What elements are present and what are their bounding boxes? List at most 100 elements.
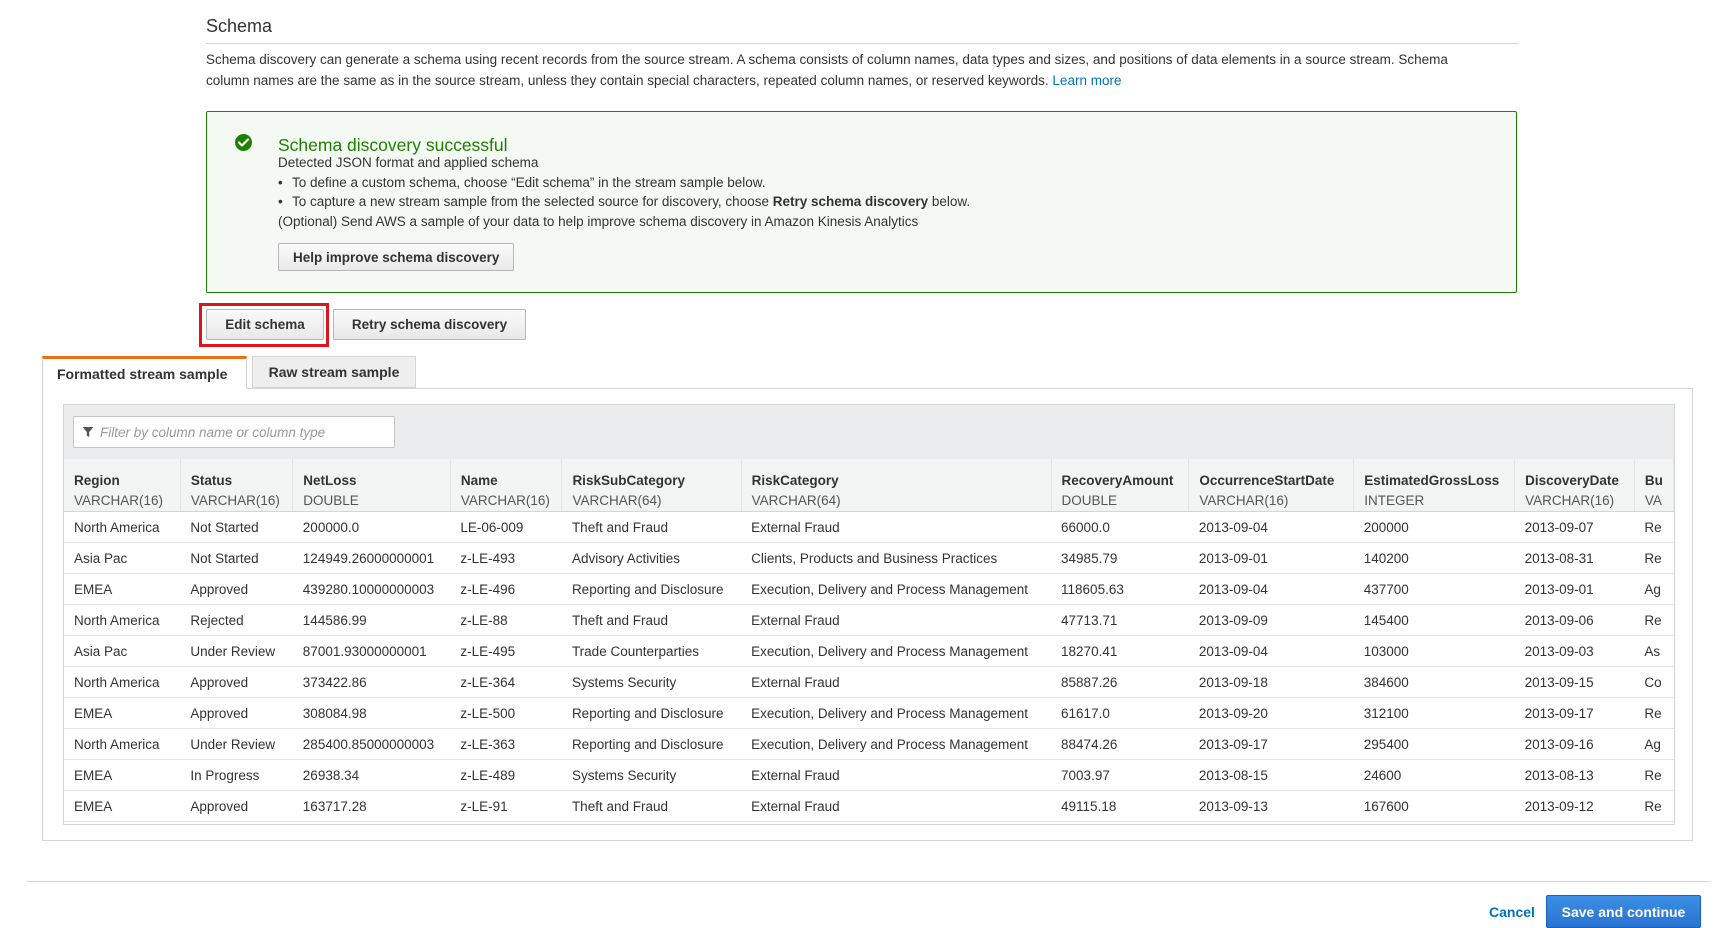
column-header[interactable]: RecoveryAmount DOUBLE <box>1051 459 1190 512</box>
column-name: EstimatedGrossLoss <box>1364 473 1500 488</box>
table-cell: Asia Pac <box>64 635 181 667</box>
table-cell: External Fraud <box>741 511 1052 543</box>
column-type: INTEGER <box>1364 493 1425 508</box>
save-and-continue-button[interactable]: Save and continue <box>1546 895 1701 928</box>
column-header[interactable]: Name VARCHAR(16) <box>450 459 563 512</box>
column-header[interactable]: Status VARCHAR(16) <box>180 459 294 512</box>
retry-schema-discovery-button[interactable]: Retry schema discovery <box>333 309 526 340</box>
table-cell: 144586.99 <box>292 604 451 636</box>
table-cell: 2013-09-03 <box>1514 635 1635 667</box>
table-cell: External Fraud <box>741 604 1052 636</box>
column-header[interactable]: EstimatedGrossLoss INTEGER <box>1353 459 1516 512</box>
bullet-dot: • <box>278 175 283 190</box>
column-header[interactable]: NetLoss DOUBLE <box>292 459 451 512</box>
table-cell: Ag <box>1634 573 1674 605</box>
tab-formatted-stream-sample[interactable]: Formatted stream sample <box>42 356 247 389</box>
stream-sample-table: Region VARCHAR(16) Status VARCHAR(16) NetLos… <box>64 459 1674 822</box>
learn-more-link[interactable]: Learn more <box>1052 73 1121 88</box>
column-name: Name <box>460 473 498 488</box>
table-cell: North America <box>64 604 181 636</box>
column-type: VARCHAR(16) <box>190 493 280 508</box>
table-cell: z-LE-489 <box>450 759 562 791</box>
table-cell: 163717.28 <box>292 790 451 822</box>
stream-sample-grid: Region VARCHAR(16) Status VARCHAR(16) NetLos… <box>63 404 1675 825</box>
footer-divider <box>27 881 1711 882</box>
schema-title: Schema <box>206 16 273 36</box>
table-cell: As <box>1634 635 1674 667</box>
table-cell: Systems Security <box>561 759 742 791</box>
table-cell: 18270.41 <box>1051 635 1189 667</box>
table-cell: Under Review <box>180 728 293 760</box>
cancel-link[interactable]: Cancel <box>1489 904 1535 920</box>
tab-raw-stream-sample[interactable]: Raw stream sample <box>252 356 416 388</box>
schema-title-divider <box>206 43 1519 44</box>
column-header[interactable]: DiscoveryDate VARCHAR(16) <box>1514 459 1635 512</box>
table-cell: 200000 <box>1353 511 1515 543</box>
table-cell: Reporting and Disclosure <box>561 697 742 729</box>
table-cell: Theft and Fraud <box>561 511 742 543</box>
table-cell: 437700 <box>1353 573 1515 605</box>
table-cell: 2013-09-17 <box>1514 697 1635 729</box>
schema-description-line-2: column names are the same as in the sour… <box>206 73 1049 88</box>
table-cell: 2013-09-04 <box>1188 635 1354 667</box>
bullet-edit-schema-text: To define a custom schema, choose “Edit … <box>292 175 766 190</box>
table-cell: External Fraud <box>741 759 1052 791</box>
column-name: RiskCategory <box>751 473 839 488</box>
table-row: EMEA Approved 308084.98 z-LE-500 Reporting a… <box>64 697 1674 729</box>
table-cell: z-LE-495 <box>450 635 562 667</box>
table-cell: LE-06-009 <box>450 511 562 543</box>
table-cell: 7003.97 <box>1051 759 1189 791</box>
table-cell: Systems Security <box>561 666 742 698</box>
bullet-retry-prefix: To capture a new stream sample from the … <box>292 194 769 209</box>
column-header[interactable]: Bu VA <box>1634 459 1674 512</box>
column-header[interactable]: RiskSubCategory VARCHAR(64) <box>561 459 742 512</box>
column-header[interactable]: OccurrenceStartDate VARCHAR(16) <box>1188 459 1355 512</box>
filter-field[interactable] <box>73 416 395 448</box>
table-cell: 124949.26000000001 <box>292 542 451 574</box>
column-header[interactable]: Region VARCHAR(16) <box>64 459 181 512</box>
table-cell: 24600 <box>1353 759 1515 791</box>
table-cell: z-LE-363 <box>450 728 562 760</box>
table-cell: 439280.10000000003 <box>292 573 451 605</box>
success-title: Schema discovery successful <box>278 135 508 155</box>
table-row: North America Under Review 285400.85000000… <box>64 728 1674 760</box>
table-cell: 66000.0 <box>1051 511 1189 543</box>
table-cell: North America <box>64 666 181 698</box>
table-cell: Execution, Delivery and Process Manageme… <box>741 728 1052 760</box>
column-type: VARCHAR(64) <box>751 493 841 508</box>
table-cell: z-LE-88 <box>450 604 562 636</box>
edit-schema-button[interactable]: Edit schema <box>206 309 324 340</box>
table-row: North America Rejected 144586.99 z-LE-88 The… <box>64 604 1674 636</box>
check-circle-icon <box>235 134 252 151</box>
table-cell: 295400 <box>1353 728 1515 760</box>
column-type: DOUBLE <box>1061 493 1118 508</box>
column-name: RecoveryAmount <box>1061 473 1174 488</box>
table-cell: North America <box>64 511 181 543</box>
table-cell: Approved <box>180 573 293 605</box>
table-cell: 2013-09-12 <box>1514 790 1635 822</box>
table-cell: 373422.86 <box>292 666 451 698</box>
table-cell: EMEA <box>64 790 181 822</box>
table-cell: External Fraud <box>741 666 1052 698</box>
table-cell: 87001.93000000001 <box>292 635 451 667</box>
table-cell: 34985.79 <box>1051 542 1189 574</box>
table-cell: 312100 <box>1353 697 1515 729</box>
filter-bar <box>64 405 1674 460</box>
table-cell: 2013-09-09 <box>1188 604 1354 636</box>
column-name: DiscoveryDate <box>1525 473 1619 488</box>
table-cell: 167600 <box>1353 790 1515 822</box>
table-cell: Reporting and Disclosure <box>561 728 742 760</box>
filter-icon <box>82 427 94 437</box>
table-cell: 2013-08-31 <box>1514 542 1635 574</box>
table-cell: Re <box>1634 790 1674 822</box>
column-name: RiskSubCategory <box>572 473 685 488</box>
table-cell: 2013-09-01 <box>1188 542 1354 574</box>
column-header[interactable]: RiskCategory VARCHAR(64) <box>741 459 1052 512</box>
column-type: VARCHAR(16) <box>1199 493 1289 508</box>
table-cell: Rejected <box>180 604 293 636</box>
help-improve-schema-discovery-button[interactable]: Help improve schema discovery <box>278 243 515 271</box>
schema-discovery-success-alert: Schema discovery successful Detected JSO… <box>206 111 1517 293</box>
table-cell: z-LE-496 <box>450 573 562 605</box>
detected-format-text: Detected JSON format and applied schema <box>278 155 539 170</box>
filter-input[interactable] <box>98 423 382 441</box>
